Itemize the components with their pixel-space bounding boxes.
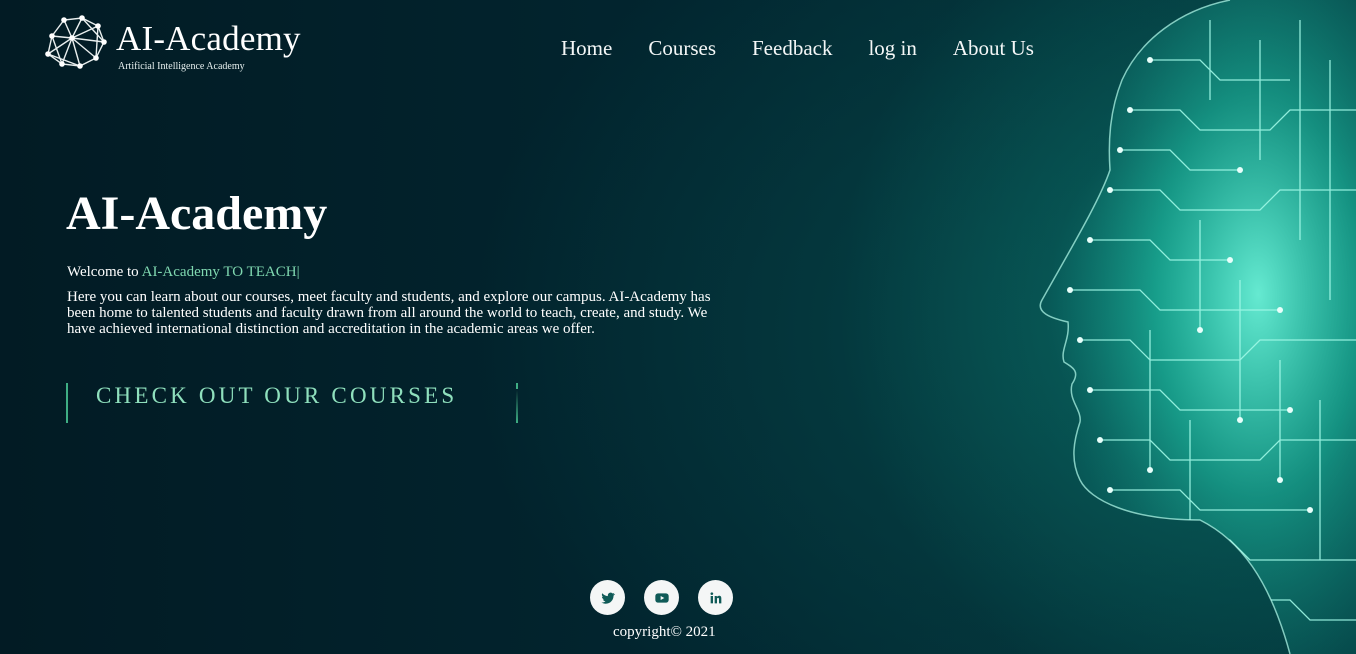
social-links — [590, 580, 752, 615]
circuit-head-illustration — [1039, 0, 1356, 654]
check-out-courses-button[interactable]: CHECK OUT OUR COURSES — [66, 383, 518, 423]
welcome-typed-text: AI-Academy TO TEACH — [141, 264, 297, 280]
twitter-link[interactable] — [590, 580, 625, 615]
typing-caret: | — [296, 264, 300, 280]
check-out-courses-label: CHECK OUT OUR COURSES — [96, 383, 458, 408]
network-brain-icon — [45, 15, 107, 69]
brand-subtitle: Artificial Intelligence Academy — [118, 61, 245, 72]
hero-title: AI-Academy — [66, 187, 328, 240]
brand[interactable]: AI-Academy Artificial Intelligence Acade… — [42, 14, 301, 72]
welcome-line: Welcome to AI-Academy TO TEACH| — [67, 264, 300, 281]
nav-item-home[interactable]: Home — [561, 35, 612, 61]
copyright-text: copyright© 2021 — [613, 624, 716, 640]
welcome-prefix: Welcome to — [67, 264, 142, 280]
button-border-fade — [516, 389, 518, 423]
nav-item-courses[interactable]: Courses — [648, 35, 716, 61]
nav-item-login[interactable]: log in — [868, 35, 916, 61]
linkedin-link[interactable] — [698, 580, 733, 615]
youtube-icon — [654, 592, 669, 603]
nav-item-feedback[interactable]: Feedback — [752, 35, 832, 61]
twitter-icon — [600, 592, 615, 604]
hero-description: Here you can learn about our courses, me… — [67, 289, 711, 337]
linkedin-icon — [710, 591, 721, 603]
nav-item-about-us[interactable]: About Us — [953, 35, 1034, 61]
brand-text: AI-Academy Artificial Intelligence Acade… — [116, 19, 301, 73]
brand-title: AI-Academy — [116, 19, 301, 58]
youtube-link[interactable] — [644, 580, 679, 615]
main-nav: Home Courses Feedback log in About Us — [561, 35, 1070, 61]
